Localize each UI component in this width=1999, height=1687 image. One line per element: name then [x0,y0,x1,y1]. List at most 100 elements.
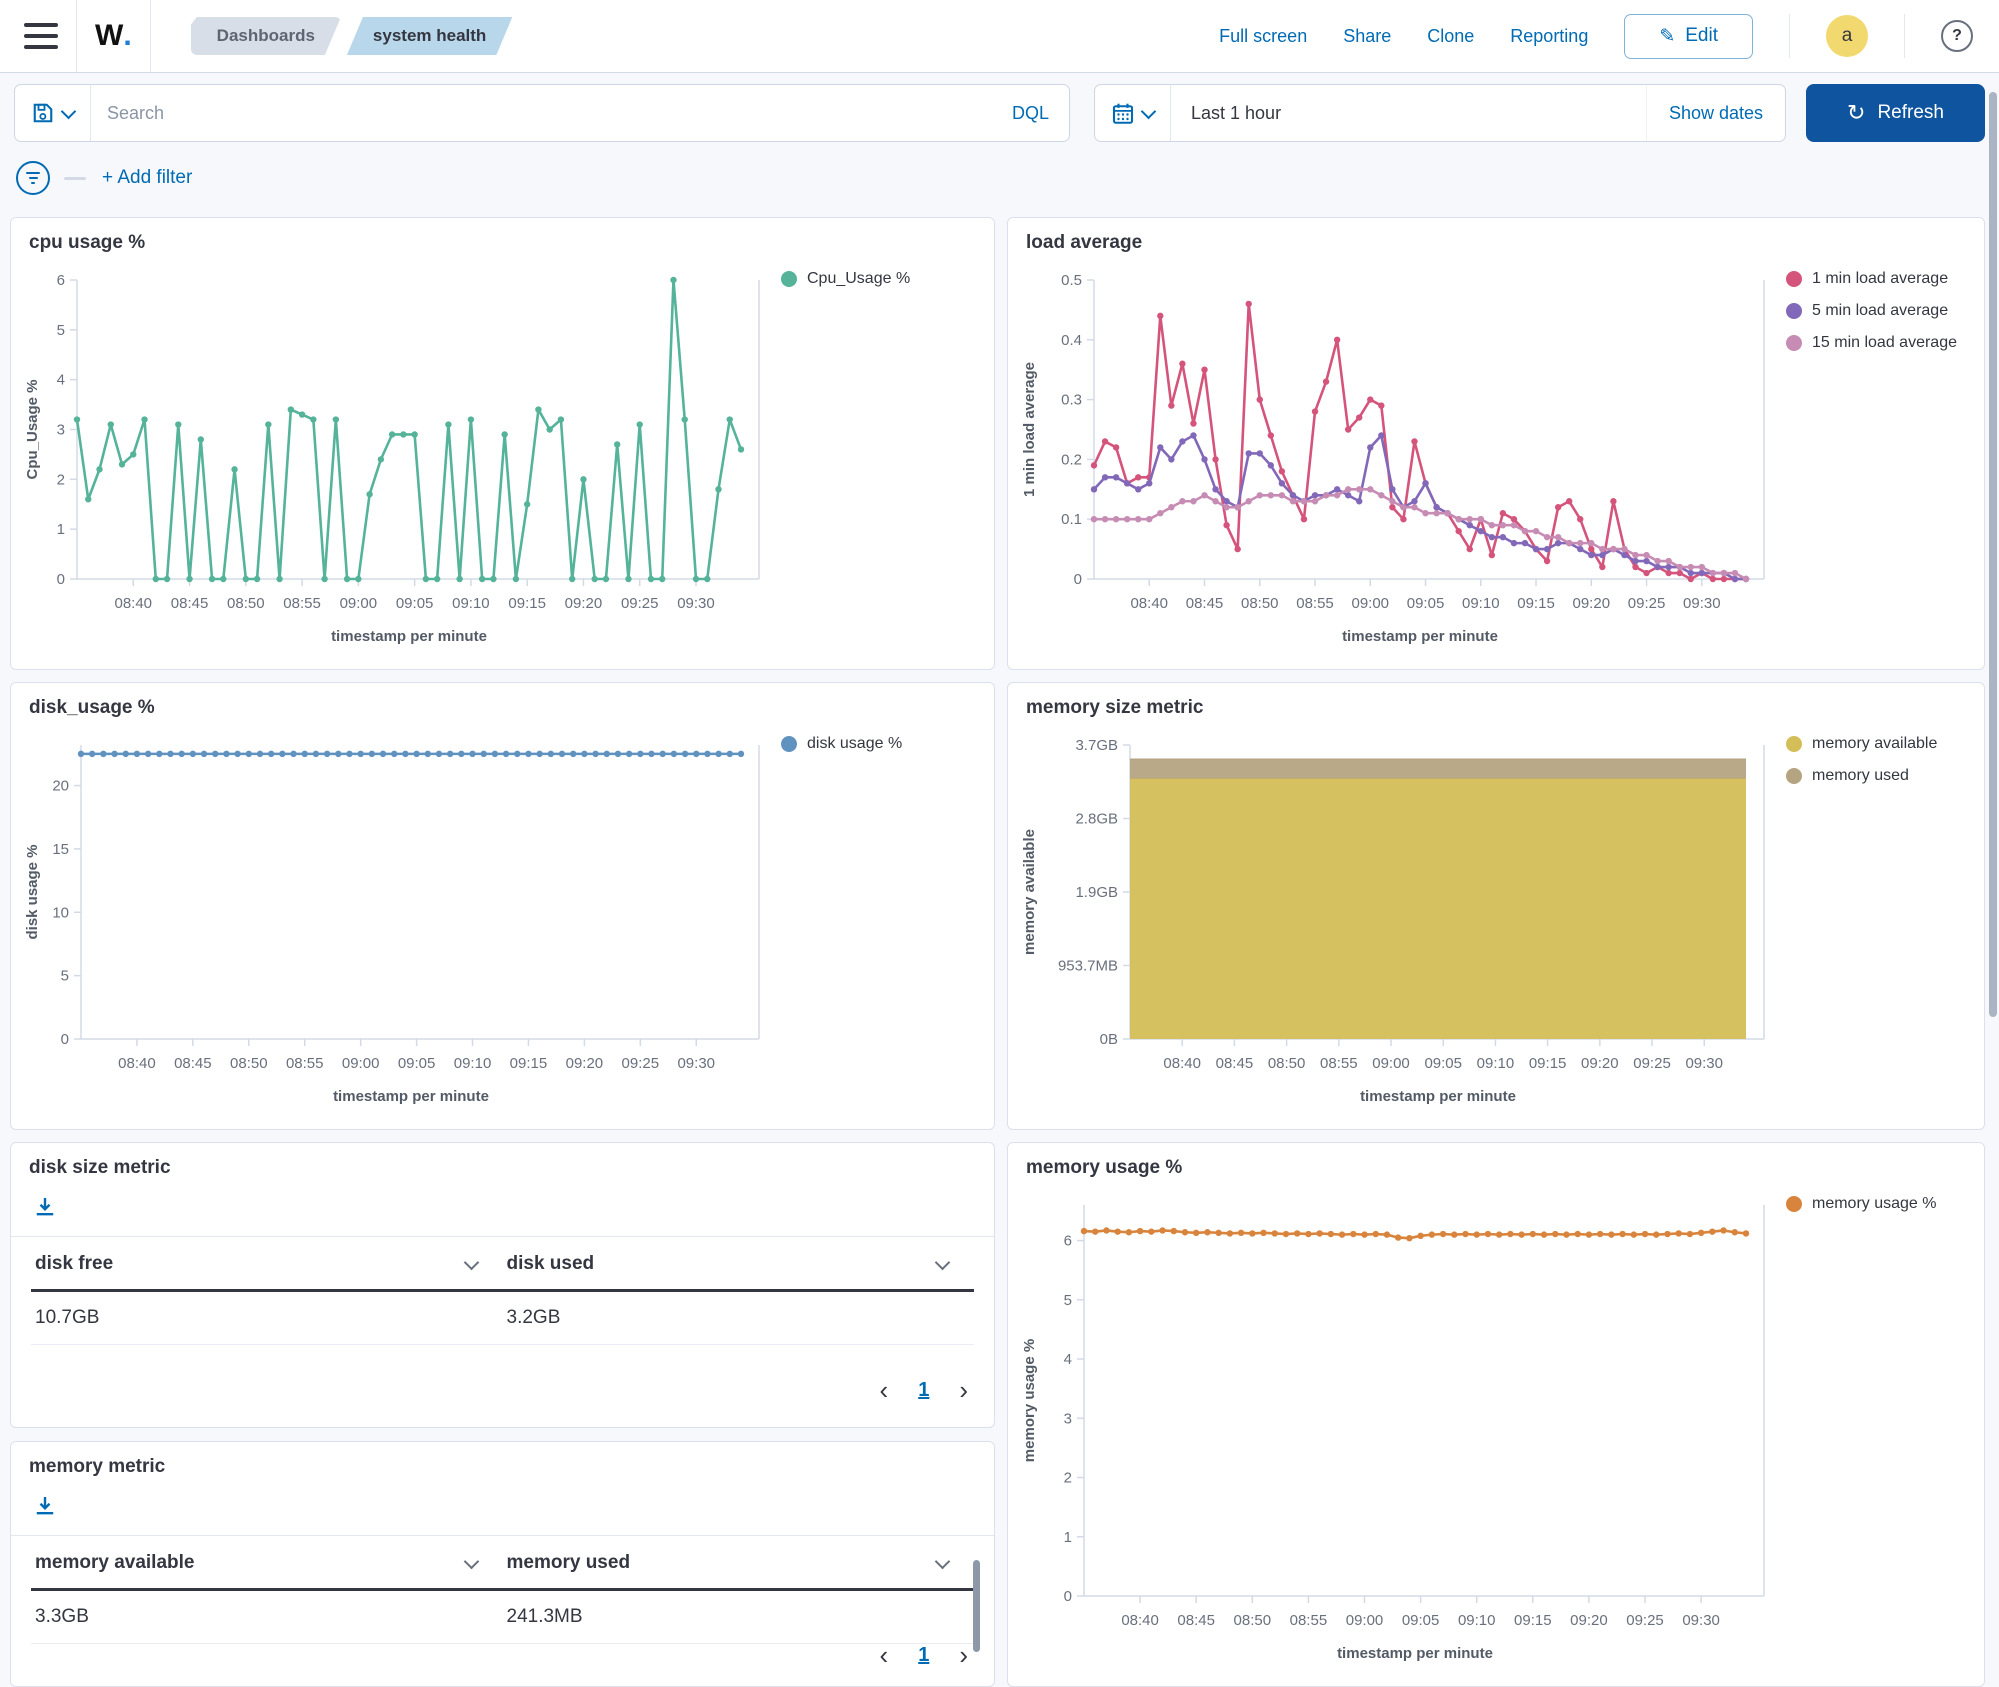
svg-text:09:15: 09:15 [1514,1612,1552,1629]
show-dates-link[interactable]: Show dates [1646,85,1785,141]
svg-text:08:50: 08:50 [230,1055,268,1072]
column-header-memory-used[interactable]: memory used [503,1536,975,1588]
chart-svg: 0B953.7MB1.9GB2.8GB3.7GB08:4008:4508:500… [1018,727,1976,1130]
chevron-down-icon [61,103,77,119]
page-1-link[interactable]: 1 [918,1644,929,1667]
svg-text:2: 2 [57,471,65,488]
menu-hamburger-icon[interactable] [24,23,58,49]
page-1-link[interactable]: 1 [918,1379,929,1402]
legend-item-2[interactable]: 15 min load average [1786,334,1957,352]
app-logo[interactable]: W. [95,19,132,53]
svg-text:0: 0 [1064,1588,1072,1605]
table-scrollbar[interactable] [973,1560,980,1652]
next-page-icon[interactable]: › [959,1377,968,1403]
svg-text:Cpu_Usage %: Cpu_Usage % [24,379,41,479]
avatar[interactable]: a [1826,15,1868,57]
svg-text:memory usage %: memory usage % [1021,1339,1038,1462]
legend-item-1[interactable]: memory used [1786,767,1937,785]
legend-item-0[interactable]: memory available [1786,735,1937,753]
panel-memory-metric: memory metric memory available memory us… [10,1441,995,1687]
chevron-down-icon [463,1254,479,1270]
column-header-memory-available[interactable]: memory available [31,1536,503,1588]
divider [76,0,77,72]
svg-text:09:00: 09:00 [340,595,378,612]
svg-text:09:20: 09:20 [565,595,603,612]
panel-memory-size: memory size metric 0B953.7MB1.9GB2.8GB3.… [1007,682,1985,1130]
svg-text:08:55: 08:55 [1320,1055,1358,1072]
svg-text:15: 15 [52,841,69,858]
disk-size-table: disk free disk used 10.7GB 3.2GB [31,1237,974,1345]
table-row: 3.3GB 241.3MB [31,1591,974,1644]
svg-text:09:00: 09:00 [1372,1055,1410,1072]
legend-item-0[interactable]: 1 min load average [1786,270,1957,288]
clone-link[interactable]: Clone [1427,26,1474,47]
svg-text:6: 6 [1064,1233,1072,1250]
legend-item-0[interactable]: memory usage % [1786,1195,1937,1213]
share-link[interactable]: Share [1343,26,1391,47]
svg-text:09:25: 09:25 [1633,1055,1671,1072]
save-query-button[interactable] [15,85,91,141]
full-screen-link[interactable]: Full screen [1219,26,1307,47]
chevron-down-icon [463,1553,479,1569]
download-csv-button[interactable] [33,1494,57,1521]
breadcrumb-dashboards[interactable]: Dashboards [191,17,341,55]
svg-text:4: 4 [1064,1351,1072,1368]
svg-text:08:50: 08:50 [1234,1612,1272,1629]
chart-legend: disk usage % [781,735,902,753]
pencil-icon: ✎ [1659,25,1675,48]
prev-page-icon[interactable]: ‹ [880,1377,889,1403]
chart-svg: 012345608:4008:4508:5008:5509:0009:0509:… [21,262,986,670]
svg-text:08:50: 08:50 [227,595,265,612]
svg-text:09:25: 09:25 [622,1055,660,1072]
svg-text:08:55: 08:55 [1296,595,1334,612]
svg-text:5: 5 [61,968,69,985]
svg-text:08:55: 08:55 [283,595,321,612]
page-scrollbar[interactable] [1989,92,1997,1017]
column-header-disk-free[interactable]: disk free [31,1237,503,1289]
svg-text:20: 20 [52,778,69,795]
svg-text:09:15: 09:15 [510,1055,548,1072]
reporting-link[interactable]: Reporting [1510,26,1588,47]
svg-text:09:30: 09:30 [1682,1612,1720,1629]
breadcrumb: Dashboards system health [191,17,513,55]
column-header-disk-used[interactable]: disk used [503,1237,975,1289]
search-input[interactable] [91,103,992,124]
edit-button[interactable]: ✎ Edit [1624,14,1753,59]
pagination: ‹ 1 › [880,1377,968,1403]
prev-page-icon[interactable]: ‹ [880,1642,889,1668]
download-csv-button[interactable] [33,1195,57,1222]
add-filter-link[interactable]: + Add filter [102,167,192,189]
help-icon[interactable]: ? [1941,20,1973,52]
svg-text:09:20: 09:20 [1581,1055,1619,1072]
svg-text:5: 5 [1064,1292,1072,1309]
refresh-button[interactable]: ↻ Refresh [1806,84,1985,142]
svg-text:953.7MB: 953.7MB [1058,958,1118,975]
legend-dot-icon [1786,736,1802,752]
svg-text:timestamp per minute: timestamp per minute [1360,1088,1516,1105]
time-range-value[interactable]: Last 1 hour [1171,103,1646,124]
panel-disk-size-metric: disk size metric disk free disk used 10.… [10,1142,995,1428]
svg-text:1: 1 [1064,1529,1072,1546]
next-page-icon[interactable]: › [959,1642,968,1668]
legend-label: memory usage % [1812,1195,1937,1213]
svg-text:08:50: 08:50 [1268,1055,1306,1072]
svg-text:3.7GB: 3.7GB [1075,737,1118,754]
svg-text:08:45: 08:45 [171,595,209,612]
download-icon [33,1195,57,1219]
svg-text:09:00: 09:00 [342,1055,380,1072]
svg-text:0: 0 [1074,571,1082,588]
svg-text:1.9GB: 1.9GB [1075,884,1118,901]
legend-item-0[interactable]: disk usage % [781,735,902,753]
svg-text:09:25: 09:25 [621,595,659,612]
filter-icon[interactable] [16,161,50,195]
dql-button[interactable]: DQL [992,103,1069,124]
legend-item-0[interactable]: Cpu_Usage % [781,270,910,288]
svg-text:09:10: 09:10 [1458,1612,1496,1629]
svg-text:timestamp per minute: timestamp per minute [1342,628,1498,645]
calendar-button[interactable] [1095,85,1171,141]
svg-text:1: 1 [57,521,65,538]
svg-text:10: 10 [52,904,69,921]
breadcrumb-system-health[interactable]: system health [347,17,512,55]
chevron-down-icon [935,1254,951,1270]
legend-item-1[interactable]: 5 min load average [1786,302,1957,320]
